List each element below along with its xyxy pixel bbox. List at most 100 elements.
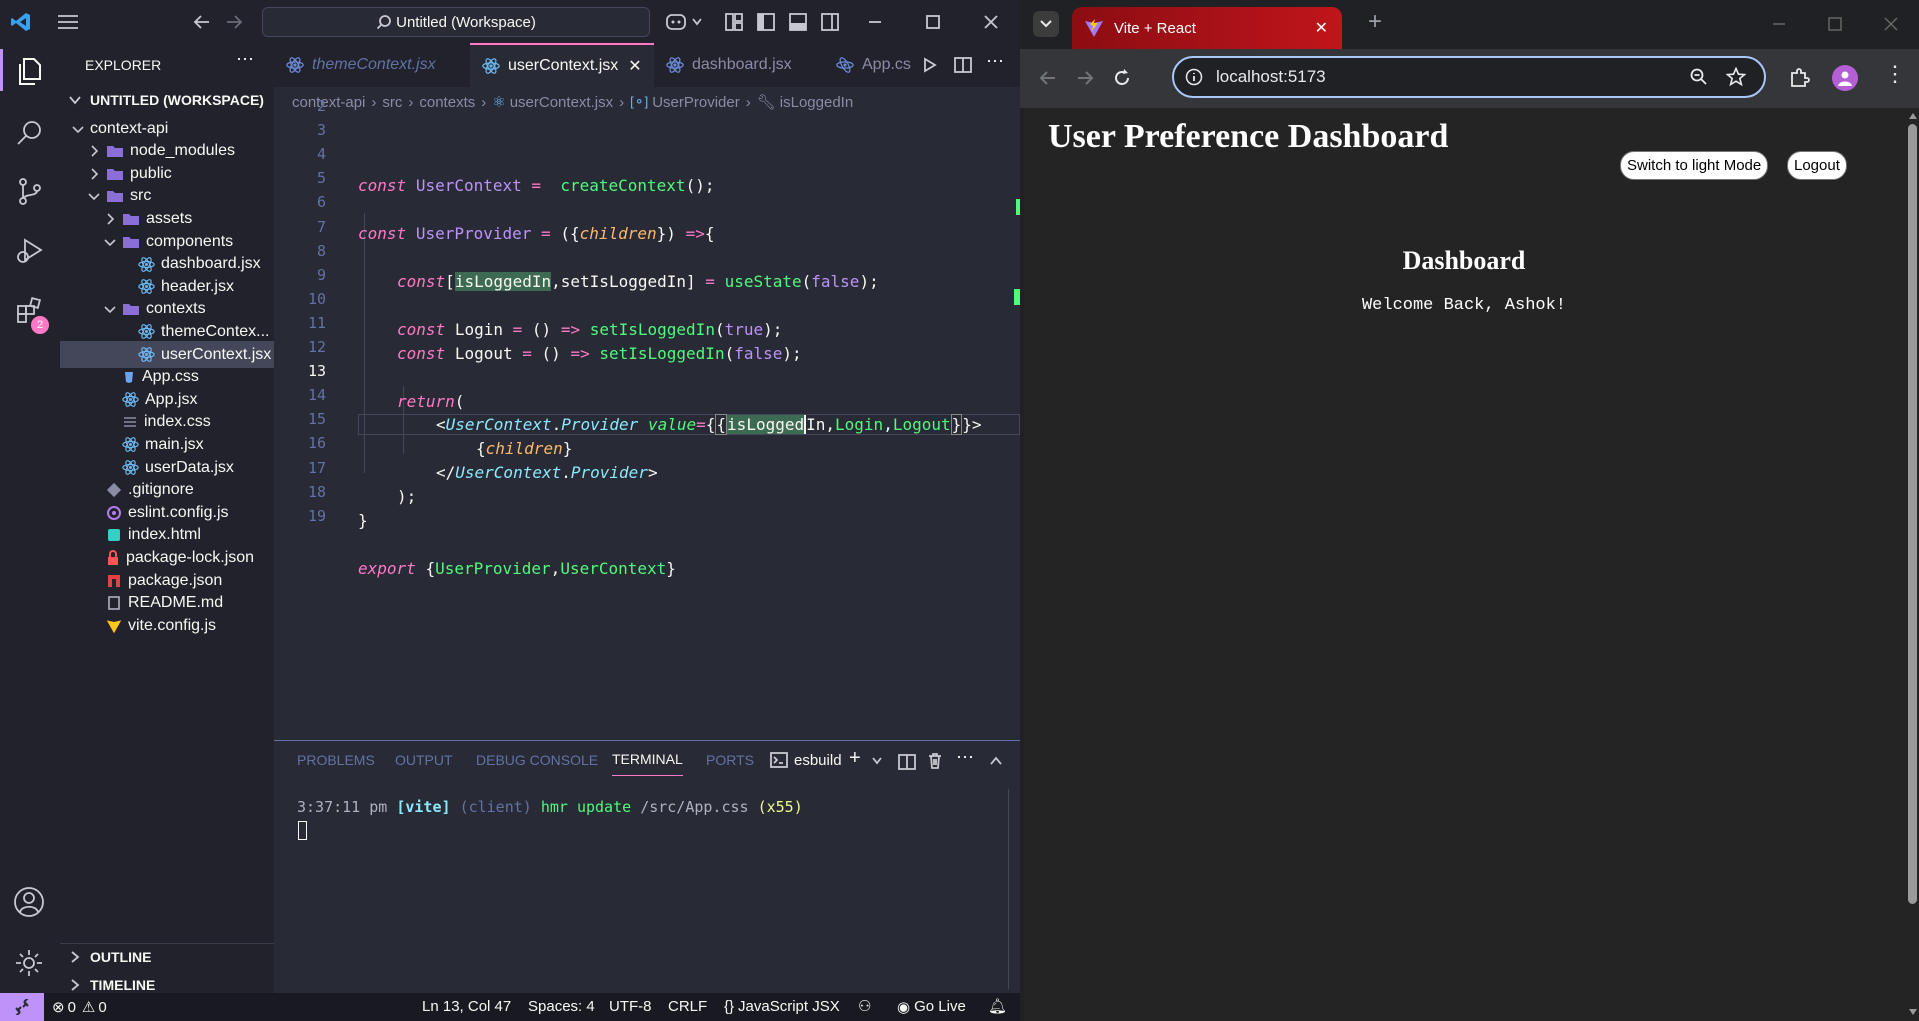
- outline-section[interactable]: OUTLINE: [68, 943, 151, 970]
- breadcrumb-item[interactable]: UserProvider: [652, 94, 740, 111]
- cursor-position[interactable]: Ln 13, Col 47: [422, 998, 511, 1015]
- tree-item-label: App.css: [142, 368, 199, 386]
- language-mode[interactable]: {} JavaScript JSX: [724, 998, 840, 1015]
- bookmark-star-icon[interactable]: [1726, 67, 1746, 87]
- breadcrumb-item[interactable]: isLoggedIn: [780, 94, 853, 111]
- split-terminal-icon[interactable]: [898, 753, 916, 771]
- browser-close-icon[interactable]: [1884, 17, 1898, 31]
- tab-search-button[interactable]: [1033, 11, 1059, 37]
- logout-button[interactable]: Logout: [1787, 151, 1847, 180]
- browser-back-icon[interactable]: [1039, 69, 1057, 87]
- minimize-icon[interactable]: [867, 14, 883, 30]
- maximize-icon[interactable]: [925, 14, 941, 30]
- tree-item[interactable]: vite.config.js: [60, 612, 274, 639]
- extensions-puzzle-icon[interactable]: [1788, 67, 1810, 89]
- address-bar[interactable]: localhost:5173: [1172, 56, 1766, 98]
- tab-themecontext[interactable]: themeContext.jsx: [274, 43, 482, 87]
- forward-arrow-icon[interactable]: [225, 14, 243, 30]
- vscode-titlebar: Untitled (Workspace): [0, 0, 1020, 43]
- panel-tab-output[interactable]: OUTPUT: [395, 741, 453, 779]
- folder-open-icon: [122, 301, 140, 317]
- toggle-sidebar-icon[interactable]: [757, 13, 775, 31]
- line-ending[interactable]: CRLF: [668, 998, 707, 1015]
- go-live-button[interactable]: ◉ Go Live: [897, 998, 966, 1016]
- tree-item-label: dashboard.jsx: [161, 255, 261, 273]
- new-tab-icon[interactable]: +: [1368, 8, 1382, 36]
- tree-item-label: themeContex...: [161, 322, 270, 340]
- panel-more-icon[interactable]: ⋯: [956, 747, 974, 768]
- warning-count: 0: [98, 998, 107, 1016]
- browser-forward-icon[interactable]: [1076, 69, 1094, 87]
- chevron-down-icon[interactable]: [692, 18, 702, 26]
- breadcrumb-item[interactable]: src: [382, 94, 402, 111]
- close-icon[interactable]: [983, 14, 999, 30]
- menu-icon[interactable]: [57, 14, 79, 30]
- accounts-icon[interactable]: [13, 886, 45, 918]
- site-info-icon[interactable]: [1185, 68, 1203, 86]
- copilot-status-icon[interactable]: ⚇: [858, 997, 871, 1015]
- reload-icon[interactable]: [1112, 68, 1132, 88]
- source-control-icon[interactable]: [15, 176, 45, 206]
- run-icon[interactable]: [922, 57, 938, 73]
- scroll-up-icon[interactable]: [1908, 112, 1918, 120]
- warning-icon: ⚠: [81, 999, 96, 1016]
- chevron-down-icon: [88, 193, 100, 201]
- trash-icon[interactable]: [926, 752, 944, 770]
- terminal-selector[interactable]: esbuild: [770, 751, 842, 769]
- tab-app-css[interactable]: App.cs: [824, 43, 926, 87]
- indentation[interactable]: Spaces: 4: [528, 998, 595, 1015]
- more-actions-icon[interactable]: ⋯: [986, 51, 1004, 72]
- terminal-output[interactable]: 3:37:11 pm [vite] (client) hmr update /s…: [297, 798, 803, 816]
- manage-gear-icon[interactable]: [13, 947, 45, 979]
- chevron-up-icon[interactable]: [989, 756, 1003, 766]
- page-scrollbar[interactable]: [1906, 108, 1919, 1021]
- editor-area: themeContext.jsx userContext.jsx ✕ dashb…: [274, 43, 1020, 740]
- customize-layout-icon[interactable]: [725, 13, 743, 31]
- notifications-bell-icon[interactable]: 🔔︎: [988, 997, 1007, 1015]
- encoding[interactable]: UTF-8: [609, 998, 652, 1015]
- breadcrumb-item[interactable]: userContext.jsx: [510, 94, 613, 111]
- tab-dashboard[interactable]: dashboard.jsx: [654, 43, 836, 87]
- theme-toggle-button[interactable]: Switch to light Mode: [1620, 151, 1769, 180]
- toggle-secondary-sidebar-icon[interactable]: [821, 13, 839, 31]
- vite-icon: [106, 618, 122, 634]
- panel-tab-problems[interactable]: PROBLEMS: [297, 741, 375, 779]
- copilot-icon[interactable]: [665, 12, 691, 32]
- remote-indicator[interactable]: [0, 993, 44, 1021]
- window-title: Untitled (Workspace): [396, 13, 536, 31]
- workspace-header[interactable]: UNTITLED (WORKSPACE): [68, 92, 264, 108]
- panel-tab-ports[interactable]: PORTS: [706, 741, 754, 779]
- browser-tab-close-icon[interactable]: ✕: [1315, 18, 1328, 38]
- tab-close-icon[interactable]: ✕: [628, 56, 641, 76]
- split-editor-icon[interactable]: [954, 56, 972, 74]
- browser-menu-icon[interactable]: ⋮: [1884, 63, 1906, 85]
- react-icon: [122, 459, 139, 476]
- run-debug-icon[interactable]: [15, 235, 45, 265]
- breadcrumb-item[interactable]: contexts: [419, 94, 475, 111]
- tab-label: userContext.jsx: [508, 57, 619, 74]
- explorer-icon[interactable]: [15, 56, 45, 86]
- readme-icon: [106, 595, 122, 611]
- tree-item-label: index.css: [144, 413, 211, 431]
- panel-tab-terminal[interactable]: TERMINAL: [612, 743, 683, 776]
- profile-avatar[interactable]: [1832, 65, 1858, 91]
- panel-tab-debug-console[interactable]: DEBUG CONSOLE: [476, 741, 598, 779]
- command-center[interactable]: Untitled (Workspace): [262, 7, 650, 37]
- chevron-down-icon[interactable]: [872, 757, 882, 765]
- browser-maximize-icon[interactable]: [1828, 17, 1842, 31]
- zoom-icon[interactable]: [1690, 68, 1708, 86]
- explorer-more-icon[interactable]: ⋯: [236, 49, 255, 70]
- browser-minimize-icon[interactable]: [1772, 17, 1786, 31]
- browser-tab-active[interactable]: Vite + React ✕: [1072, 7, 1342, 49]
- new-terminal-icon[interactable]: +: [849, 747, 861, 770]
- code-content[interactable]: const UserContext = createContext(); con…: [274, 113, 1020, 578]
- scrollbar-thumb[interactable]: [1908, 124, 1917, 904]
- scroll-down-icon[interactable]: [1908, 1008, 1918, 1016]
- bottom-panel: PROBLEMS OUTPUT DEBUG CONSOLE TERMINAL P…: [274, 740, 1020, 994]
- search-view-icon[interactable]: [15, 118, 45, 148]
- welcome-message: Welcome Back, Ashok!: [1361, 296, 1567, 315]
- toggle-panel-icon[interactable]: [789, 13, 807, 31]
- problems-indicator[interactable]: ⊗ 0 ⚠ 0: [52, 998, 107, 1017]
- tab-usercontext[interactable]: userContext.jsx ✕: [470, 43, 654, 87]
- back-arrow-icon[interactable]: [193, 14, 211, 30]
